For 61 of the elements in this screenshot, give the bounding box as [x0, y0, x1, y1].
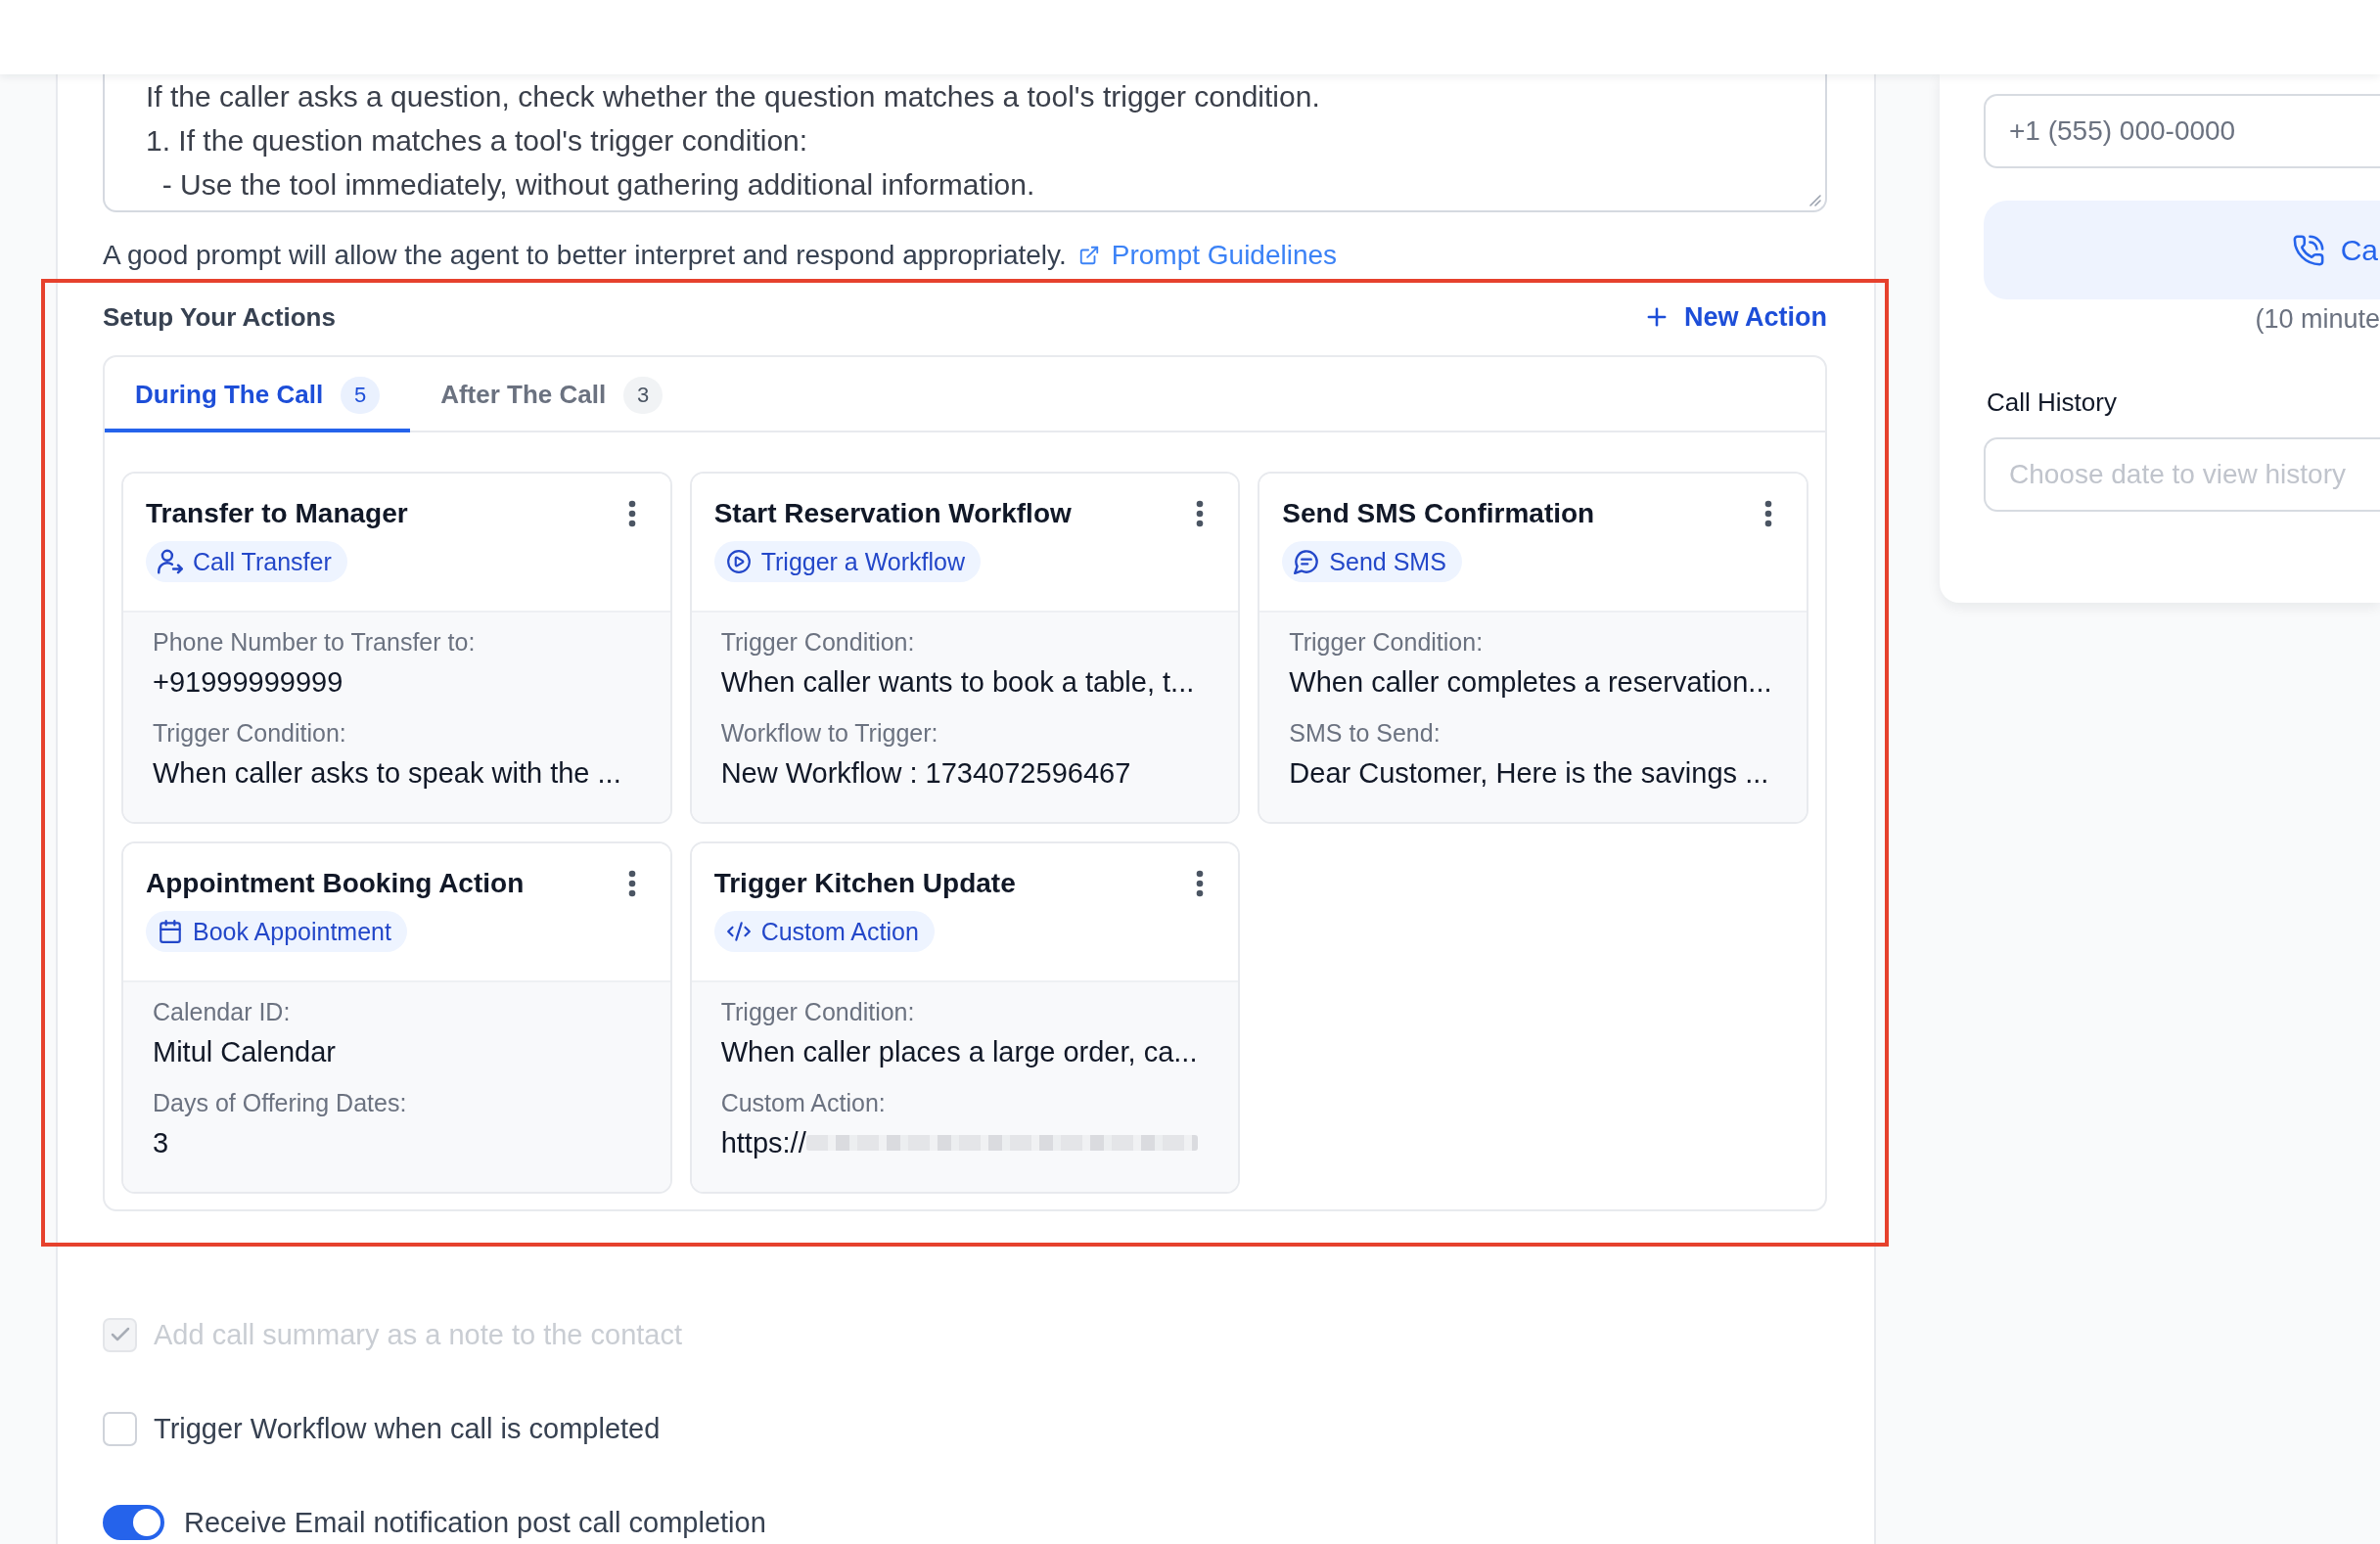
kebab-icon: [1764, 500, 1772, 527]
code-icon: [725, 919, 752, 944]
new-action-button[interactable]: New Action: [1643, 301, 1827, 333]
prompt-hint: A good prompt will allow the agent to better interpret and respond appropriately.: [103, 240, 1067, 271]
prompt-textarea[interactable]: If the caller asks a question, check whether the question matches a tool's trigger condition. 1. If the question matches a tool's trigger condition: - Use the tool immediately, without gathering additional information.: [103, 74, 1827, 212]
date-input[interactable]: Choose date to view history: [1984, 437, 2380, 512]
tag-label: Custom Action: [760, 917, 919, 946]
toggle-switch[interactable]: [103, 1505, 164, 1540]
external-link-icon: [1077, 245, 1100, 266]
field-value: When caller completes a reservation...: [1289, 665, 1772, 700]
field-label: Workflow to Trigger:: [720, 719, 939, 748]
user-arrow-icon: [158, 549, 183, 574]
card-title: Appointment Booking Action: [146, 868, 525, 899]
field-label: Trigger Condition:: [720, 998, 916, 1026]
field-label: Custom Action:: [720, 1089, 887, 1117]
card-title: Send SMS Confirmation: [1282, 498, 1595, 529]
kebab-icon: [1196, 500, 1205, 527]
kebab-icon: [627, 870, 636, 897]
tag-label: Call Transfer: [193, 547, 332, 576]
kebab-icon: [627, 500, 636, 527]
field-value: 3: [153, 1126, 169, 1160]
tag-label: Send SMS: [1329, 547, 1446, 576]
chat-bubble-icon: [1294, 549, 1320, 574]
field-value: Mitul Calendar: [153, 1035, 336, 1069]
checkbox[interactable]: [103, 1411, 137, 1446]
resize-grip-icon[interactable]: [1808, 193, 1821, 206]
section-title: Setup Your Actions: [103, 301, 336, 333]
field-value: +91999999999: [153, 665, 343, 700]
phone-call-icon: [2291, 233, 2325, 267]
prompt-guidelines-link[interactable]: Prompt Guidelines: [1077, 240, 1338, 271]
call-history-label: Call History: [1986, 386, 2118, 419]
field-label: Trigger Condition:: [720, 628, 916, 657]
call-limit-note: (10 minute: [2255, 303, 2380, 336]
field-label: Calendar ID:: [153, 998, 292, 1026]
calendar-icon: [158, 919, 183, 944]
tag-label: Book Appointment: [193, 917, 391, 946]
count-badge: 3: [623, 376, 664, 414]
field-label: Trigger Condition:: [1289, 628, 1485, 657]
phone-input[interactable]: +1 (555) 000-0000: [1984, 94, 2380, 168]
field-value: https://: [720, 1126, 806, 1160]
field-label: Phone Number to Transfer to:: [153, 628, 477, 657]
field-value: When caller asks to speak with the ...: [153, 756, 621, 791]
toggle-label: Receive Email notification post call completion: [184, 1506, 766, 1539]
tab[interactable]: After The Call 3: [410, 357, 694, 432]
field-value: Dear Customer, Here is the savings ...: [1289, 756, 1769, 791]
field-value: When caller places a large order, ca...: [720, 1035, 1198, 1069]
field-label: SMS to Send:: [1289, 719, 1442, 748]
card-title: Trigger Kitchen Update: [713, 868, 1016, 899]
call-button[interactable]: Ca: [1984, 201, 2380, 299]
card-title: Transfer to Manager: [146, 498, 408, 529]
card-title: Start Reservation Workflow: [713, 498, 1072, 529]
play-circle-icon: [725, 549, 752, 574]
checkbox-label: Trigger Workflow when call is completed: [154, 1412, 661, 1445]
field-value: When caller wants to book a table, t...: [720, 665, 1195, 700]
tag-label: Trigger a Workflow: [760, 547, 966, 576]
field-value: New Workflow : 1734072596467: [720, 756, 1131, 791]
field-label: Trigger Condition:: [153, 719, 347, 748]
field-label: Days of Offering Dates:: [153, 1089, 408, 1117]
tab[interactable]: During The Call 5: [105, 357, 411, 432]
count-badge: 5: [341, 376, 381, 414]
kebab-icon: [1196, 870, 1205, 897]
